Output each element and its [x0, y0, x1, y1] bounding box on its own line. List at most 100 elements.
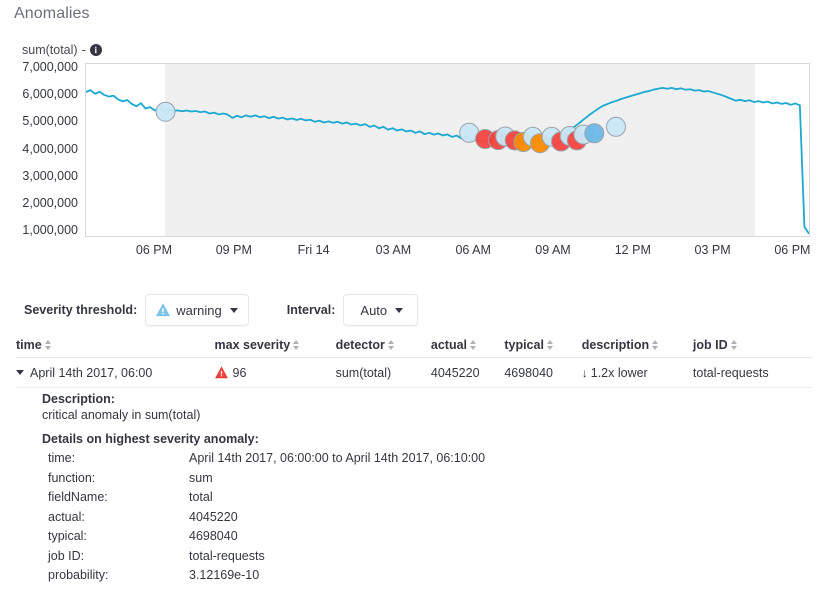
sort-icon[interactable] [652, 339, 659, 351]
chart-anomaly-markers[interactable] [86, 64, 809, 236]
interval-value: Auto [360, 303, 387, 318]
table-header-description[interactable]: description [582, 338, 693, 352]
detail-field-key: function: [42, 469, 189, 489]
severity-threshold-label: Severity threshold: [24, 303, 137, 317]
chart-x-tick-label: Fri 14 [298, 243, 330, 257]
table-header-time[interactable]: time [16, 338, 215, 352]
column-label-typical: typical [504, 338, 544, 352]
table-header-row: time max severity detector actual typica… [16, 332, 812, 358]
arrow-down-icon: ↓ [582, 367, 588, 379]
sort-icon[interactable] [731, 339, 738, 351]
chart-y-tick-label: 1,000,000 [22, 223, 78, 237]
chart-x-tick-label: 03 AM [376, 243, 411, 257]
cell-max-severity: 96 [215, 366, 336, 380]
detail-field-value: 3.12169e-10 [189, 566, 259, 586]
chart-x-axis-labels: 06 PM 09 PM Fri 14 03 AM 06 AM 09 AM 12 PM 03 P… [0, 243, 824, 265]
detail-field-key: probability: [42, 566, 189, 586]
cell-detector: sum(total) [336, 366, 431, 380]
chart-x-tick-label: 12 PM [615, 243, 651, 257]
column-label-detector: detector [336, 338, 385, 352]
cell-description-value: 1.2x lower [591, 366, 648, 380]
cell-time: April 14th 2017, 06:00 [16, 366, 215, 380]
interval-label: Interval: [287, 303, 336, 317]
column-label-time: time [16, 338, 42, 352]
detail-field-value: total [189, 488, 213, 508]
cell-time-value: April 14th 2017, 06:00 [30, 366, 152, 380]
detail-description-heading: Description: [42, 392, 485, 406]
row-expand-caret-icon[interactable] [16, 370, 24, 375]
column-label-job-id: job ID [693, 338, 728, 352]
anomalies-panel: Anomalies sum(total) - i 7,000,000 6,000,… [0, 0, 824, 589]
anomaly-marker-warning[interactable] [156, 102, 175, 121]
chevron-down-icon [230, 308, 238, 313]
table-row[interactable]: April 14th 2017, 06:00 96 sum(total) 404… [16, 358, 812, 388]
detail-field-row: probability:3.12169e-10 [42, 566, 485, 586]
table-header-max-severity[interactable]: max severity [215, 338, 336, 352]
severity-threshold-dropdown[interactable]: warning [145, 294, 249, 326]
chart-x-tick-label: 06 PM [774, 243, 810, 257]
chart-controls: Severity threshold: warning Interval: Au… [0, 292, 824, 328]
chart-title-separator: - [82, 43, 86, 57]
table-header-actual[interactable]: actual [431, 338, 504, 352]
chart-x-tick-label: 03 PM [695, 243, 731, 257]
column-label-description: description [582, 338, 649, 352]
detail-field-list: time:April 14th 2017, 06:00:00 to April … [42, 449, 485, 586]
anomaly-marker-minor[interactable] [585, 124, 604, 143]
row-detail-panel: Description: critical anomaly in sum(tot… [42, 392, 485, 586]
anomaly-marker-warning[interactable] [607, 117, 626, 136]
severity-threshold-value: warning [176, 303, 222, 318]
anomaly-timeline-chart: sum(total) - i 7,000,000 6,000,000 5,000,0… [0, 38, 824, 270]
table-header-typical[interactable]: typical [504, 338, 581, 352]
info-icon[interactable]: i [90, 44, 102, 56]
chevron-down-icon [395, 308, 403, 313]
chart-plot-area[interactable] [85, 63, 810, 237]
detail-field-key: typical: [42, 527, 189, 547]
sort-icon[interactable] [388, 339, 395, 351]
detail-field-row: job ID:total-requests [42, 547, 485, 567]
sort-icon[interactable] [293, 339, 300, 351]
detail-field-row: typical:4698040 [42, 527, 485, 547]
column-label-actual: actual [431, 338, 467, 352]
detail-details-heading: Details on highest severity anomaly: [42, 432, 485, 446]
chart-y-tick-label: 4,000,000 [22, 142, 78, 156]
detail-field-row: function:sum [42, 469, 485, 489]
chart-x-tick-label: 09 AM [535, 243, 570, 257]
detail-description-text: critical anomaly in sum(total) [42, 408, 485, 422]
detail-field-value: 4045220 [189, 508, 238, 528]
critical-triangle-icon [215, 366, 229, 380]
chart-y-tick-label: 2,000,000 [22, 196, 78, 210]
cell-typical: 4698040 [504, 366, 581, 380]
cell-job-id: total-requests [693, 366, 812, 380]
warning-triangle-icon [156, 303, 170, 317]
chart-x-tick-label: 09 PM [216, 243, 252, 257]
chart-x-tick-label: 06 PM [136, 243, 172, 257]
chart-y-tick-label: 7,000,000 [22, 60, 78, 74]
detail-field-key: time: [42, 449, 189, 469]
anomalies-table: time max severity detector actual typica… [16, 332, 812, 388]
sort-icon[interactable] [547, 339, 554, 351]
sort-icon[interactable] [45, 339, 52, 351]
detail-field-value: total-requests [189, 547, 265, 567]
detail-field-key: job ID: [42, 547, 189, 567]
sort-icon[interactable] [470, 339, 477, 351]
detail-field-row: fieldName:total [42, 488, 485, 508]
cell-actual: 4045220 [431, 366, 504, 380]
chart-y-tick-label: 6,000,000 [22, 87, 78, 101]
table-header-detector[interactable]: detector [336, 338, 431, 352]
detail-field-value: 4698040 [189, 527, 238, 547]
column-label-max-severity: max severity [215, 338, 291, 352]
chart-x-tick-label: 06 AM [455, 243, 490, 257]
detail-field-row: actual:4045220 [42, 508, 485, 528]
chart-y-axis-labels: 7,000,000 6,000,000 5,000,000 4,000,000 3,00… [0, 63, 78, 237]
table-header-job-id[interactable]: job ID [693, 338, 812, 352]
page-title: Anomalies [14, 5, 90, 23]
detail-field-key: actual: [42, 508, 189, 528]
detail-field-value: sum [189, 469, 213, 489]
chart-metric-label: sum(total) [22, 43, 78, 57]
cell-description: ↓ 1.2x lower [582, 366, 693, 380]
detail-field-value: April 14th 2017, 06:00:00 to April 14th … [189, 449, 485, 469]
chart-y-tick-label: 5,000,000 [22, 114, 78, 128]
detail-field-row: time:April 14th 2017, 06:00:00 to April … [42, 449, 485, 469]
chart-y-tick-label: 3,000,000 [22, 169, 78, 183]
interval-dropdown[interactable]: Auto [343, 294, 418, 326]
